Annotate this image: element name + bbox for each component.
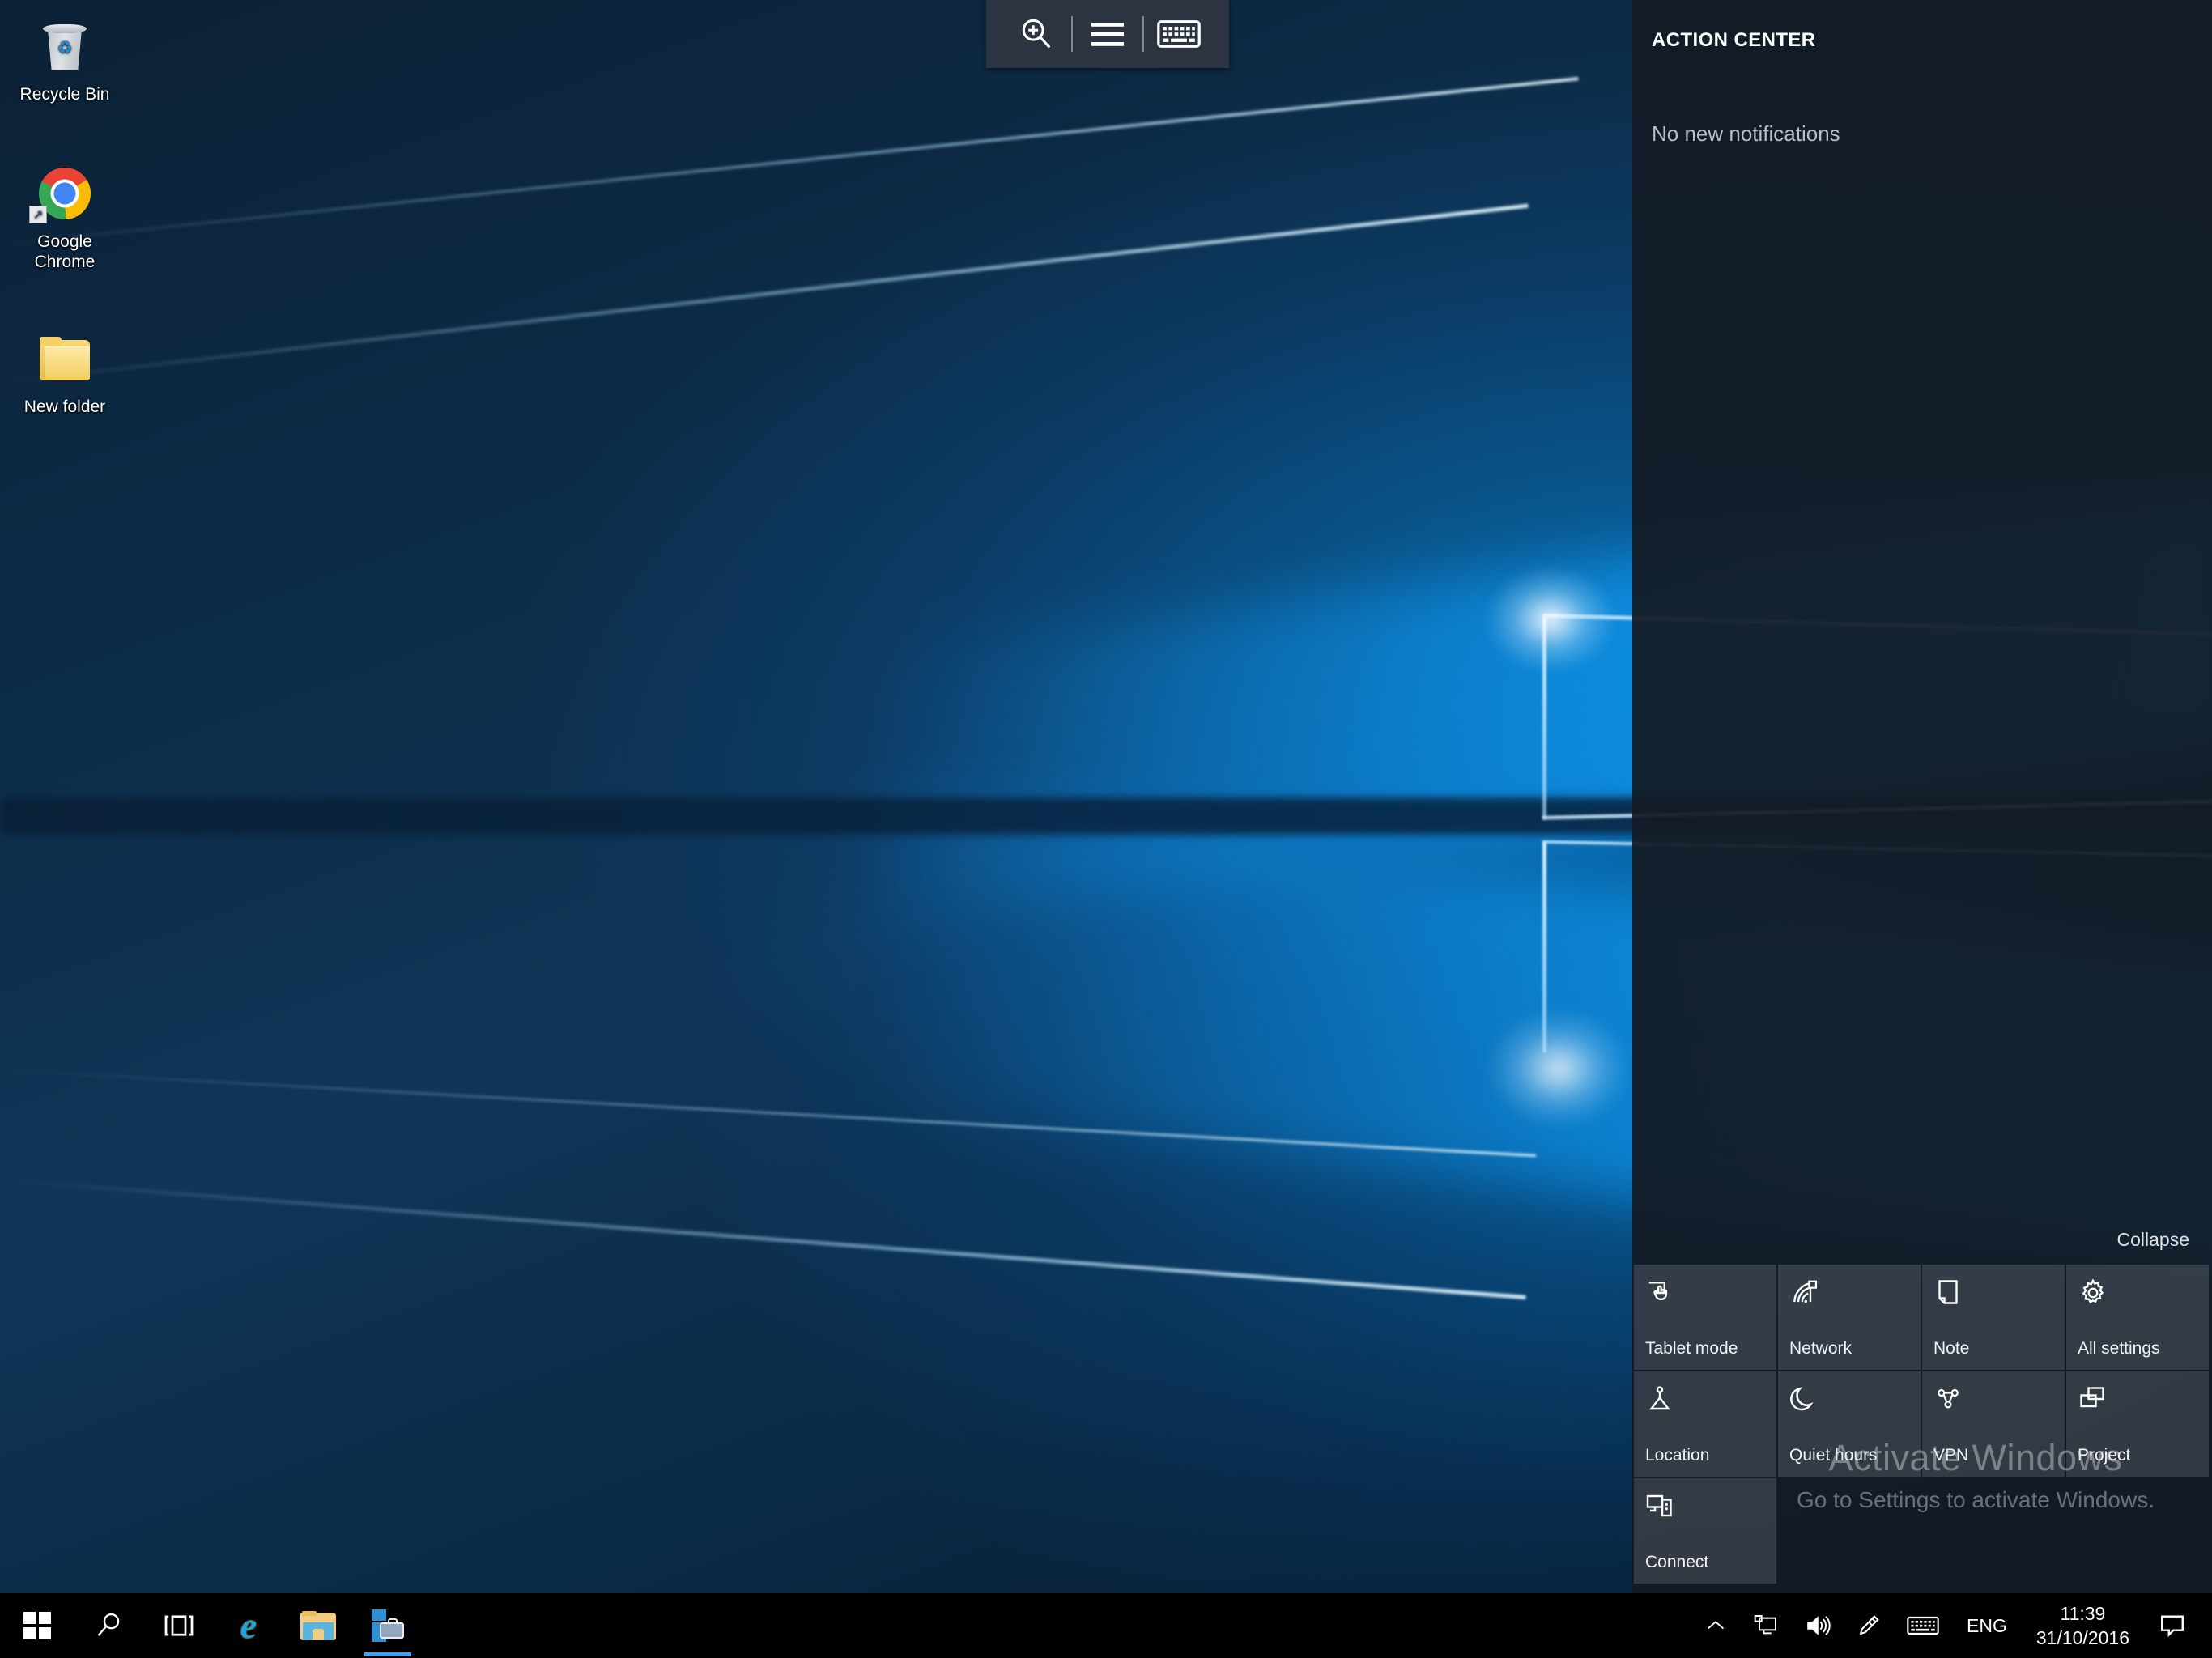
quick-action-network[interactable]: Network bbox=[1778, 1265, 1921, 1370]
magnifier-toolbar bbox=[986, 0, 1229, 68]
tablet-mode-icon bbox=[1645, 1278, 1678, 1310]
network-monitor-icon bbox=[1754, 1615, 1777, 1635]
quick-action-label: Tablet mode bbox=[1645, 1339, 1738, 1358]
search-icon bbox=[97, 1613, 120, 1636]
task-view-button[interactable] bbox=[144, 1593, 214, 1658]
moon-icon bbox=[1789, 1384, 1822, 1417]
desktop-icon-new-folder[interactable]: New folder bbox=[8, 324, 121, 417]
quick-action-tablet-mode[interactable]: Tablet mode bbox=[1634, 1265, 1776, 1370]
clock-date: 31/10/2016 bbox=[2035, 1627, 2129, 1648]
show-hidden-icons-button[interactable] bbox=[1691, 1593, 1740, 1658]
quick-action-note[interactable]: Note bbox=[1922, 1265, 2065, 1370]
hamburger-menu-icon bbox=[1091, 23, 1124, 46]
folder-icon bbox=[8, 324, 121, 393]
system-tray: ENG 11:39 31/10/2016 bbox=[1691, 1593, 2212, 1658]
note-icon bbox=[1933, 1278, 1966, 1310]
quick-action-label: Network bbox=[1789, 1339, 1853, 1358]
start-button[interactable] bbox=[0, 1593, 74, 1658]
windows-logo-icon bbox=[23, 1612, 51, 1639]
desktop-icon-recycle-bin[interactable]: ♻ Recycle Bin bbox=[8, 11, 121, 104]
wallpaper-streak bbox=[0, 1178, 1526, 1299]
language-indicator[interactable]: ENG bbox=[1952, 1593, 2022, 1658]
desktop-screen: ♻ Recycle Bin ↗ Google Chrome New folder bbox=[0, 0, 2212, 1658]
quick-action-label: Project bbox=[2078, 1446, 2131, 1465]
keyboard-icon bbox=[1907, 1616, 1939, 1635]
quick-actions-grid: Tablet mode Network Note All settings Lo… bbox=[1632, 1265, 2212, 1584]
clock-time: 11:39 bbox=[2060, 1603, 2106, 1624]
quick-action-label: VPN bbox=[1933, 1446, 1969, 1465]
action-center-button[interactable] bbox=[2144, 1593, 2207, 1658]
magnifier-zoom-in-button[interactable] bbox=[1002, 0, 1071, 68]
task-view-icon bbox=[164, 1615, 194, 1636]
action-center-icon bbox=[2161, 1615, 2184, 1638]
quick-action-label: Quiet hours bbox=[1789, 1446, 1878, 1465]
wallpaper-flare bbox=[1486, 567, 1615, 672]
store-icon bbox=[370, 1609, 406, 1642]
network-wifi-icon bbox=[1789, 1278, 1822, 1310]
quick-action-quiet-hours[interactable]: Quiet hours bbox=[1778, 1371, 1921, 1477]
network-status-button[interactable] bbox=[1740, 1593, 1792, 1658]
desktop-icon-label: Google Chrome bbox=[34, 232, 96, 271]
shortcut-arrow-icon: ↗ bbox=[29, 206, 47, 223]
gear-icon bbox=[2078, 1278, 2110, 1310]
no-notifications-message: No new notifications bbox=[1652, 121, 1840, 146]
connect-icon bbox=[1645, 1491, 1678, 1524]
quick-action-label: All settings bbox=[2078, 1339, 2160, 1358]
action-center-title: ACTION CENTER bbox=[1652, 29, 1816, 51]
quick-action-label: Location bbox=[1645, 1446, 1710, 1465]
volume-button[interactable] bbox=[1792, 1593, 1844, 1658]
wallpaper-streak bbox=[0, 1069, 1537, 1158]
google-chrome-icon: ↗ bbox=[8, 159, 121, 228]
collapse-link[interactable]: Collapse bbox=[2117, 1229, 2190, 1251]
quick-action-location[interactable]: Location bbox=[1634, 1371, 1776, 1477]
action-center-panel: ACTION CENTER No new notifications Colla… bbox=[1632, 0, 2212, 1593]
wallpaper-streak bbox=[0, 203, 1529, 385]
chevron-up-icon bbox=[1708, 1621, 1724, 1630]
internet-explorer-icon: e bbox=[240, 1605, 257, 1646]
file-explorer-icon bbox=[300, 1611, 336, 1640]
magnifier-plus-icon bbox=[1022, 19, 1051, 49]
project-icon bbox=[2078, 1384, 2110, 1417]
quick-action-label: Connect bbox=[1645, 1553, 1709, 1571]
magnifier-keyboard-button[interactable] bbox=[1144, 0, 1214, 68]
touch-keyboard-button[interactable] bbox=[1894, 1593, 1952, 1658]
wallpaper-flare-lower bbox=[1490, 1012, 1627, 1125]
quick-action-connect[interactable]: Connect bbox=[1634, 1478, 1776, 1584]
clock[interactable]: 11:39 31/10/2016 bbox=[2022, 1593, 2144, 1658]
desktop-icon-label: Recycle Bin bbox=[19, 85, 110, 104]
search-button[interactable] bbox=[74, 1593, 144, 1658]
pen-icon bbox=[1859, 1615, 1879, 1635]
taskbar-app-internet-explorer[interactable]: e bbox=[214, 1593, 283, 1658]
taskbar-app-file-explorer[interactable] bbox=[283, 1593, 353, 1658]
recycle-bin-icon: ♻ bbox=[8, 11, 121, 81]
taskbar: e ENG 11:39 31/10/2016 bbox=[0, 1593, 2212, 1658]
keyboard-icon bbox=[1157, 20, 1201, 48]
quick-action-vpn[interactable]: VPN bbox=[1922, 1371, 2065, 1477]
vpn-icon bbox=[1933, 1384, 1966, 1417]
magnifier-views-button[interactable] bbox=[1073, 0, 1142, 68]
location-icon bbox=[1645, 1384, 1678, 1417]
taskbar-app-store[interactable] bbox=[353, 1593, 423, 1658]
desktop-icon-label: New folder bbox=[23, 397, 106, 416]
desktop-icon-google-chrome[interactable]: ↗ Google Chrome bbox=[8, 159, 121, 272]
quick-action-label: Note bbox=[1933, 1339, 1970, 1358]
windows-ink-button[interactable] bbox=[1844, 1593, 1894, 1658]
wallpaper-streak bbox=[0, 77, 1579, 246]
quick-action-project[interactable]: Project bbox=[2066, 1371, 2209, 1477]
quick-action-all-settings[interactable]: All settings bbox=[2066, 1265, 2209, 1370]
volume-icon bbox=[1807, 1616, 1831, 1635]
